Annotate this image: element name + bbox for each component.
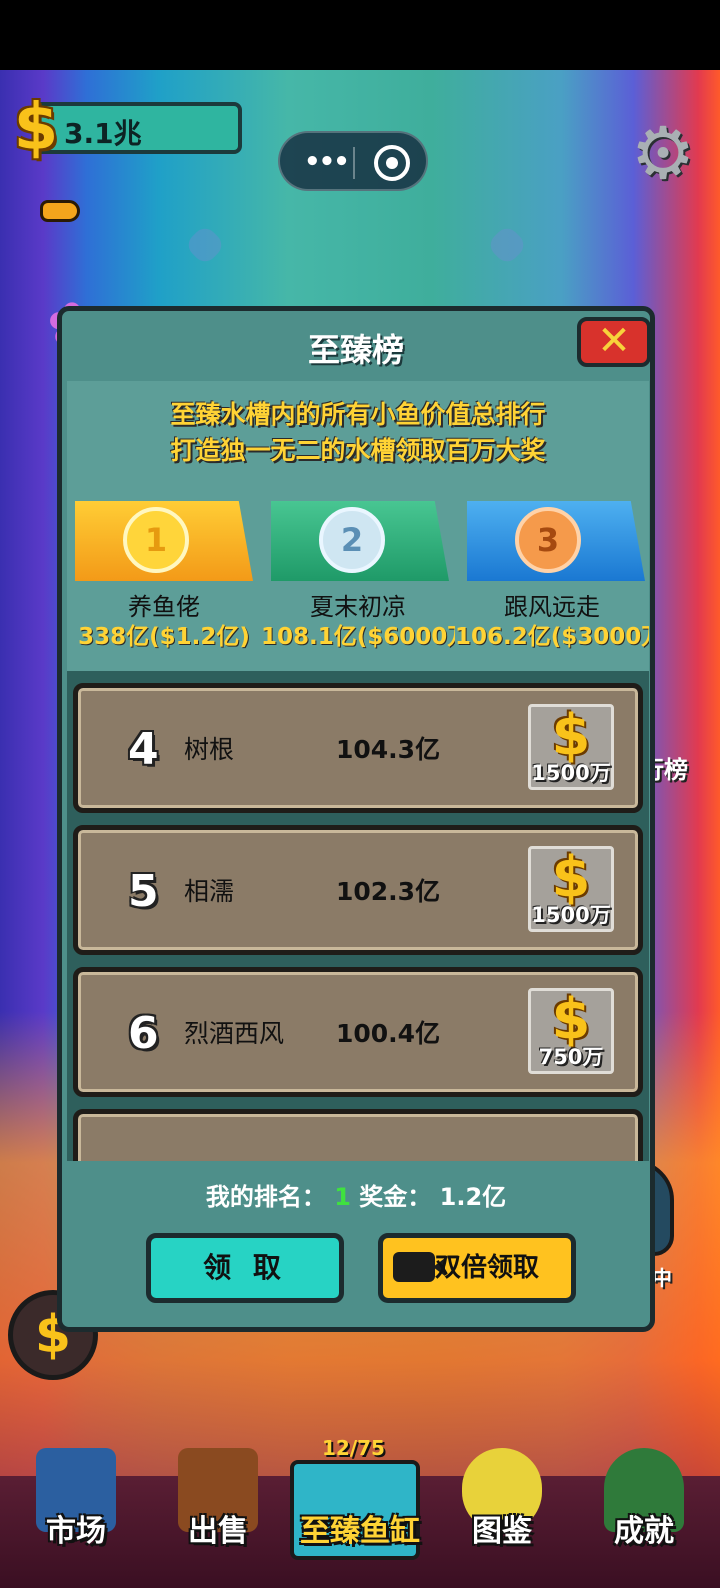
player-score: 102.3亿: [336, 877, 441, 906]
top2-score: 108.1亿($6000万): [261, 624, 455, 650]
video-icon: [393, 1252, 445, 1282]
my-rank-line: 我的排名： 1 奖金： 1.2亿: [62, 1177, 650, 1212]
reward-box: $ 1500万: [528, 845, 614, 932]
money-value: 3.1兆: [64, 117, 142, 150]
ranking-row: 6 烈酒西风 100.4亿 $ 750万: [73, 967, 643, 1097]
close-button[interactable]: ✕: [577, 317, 650, 367]
reward-amount: 1500万: [531, 903, 611, 927]
nav-label: 成就: [614, 1514, 674, 1549]
nav-achievement[interactable]: 成就: [572, 1448, 716, 1588]
dialog-title: 至臻榜: [307, 331, 404, 369]
description-line1: 至臻水槽内的所有小鱼价值总排行: [170, 400, 546, 429]
top-section: 至臻水槽内的所有小鱼价值总排行 打造独一无二的水槽领取百万大奖 1 2 3 养鱼…: [67, 381, 649, 671]
player-score: 100.4亿: [336, 1019, 441, 1048]
description-line2: 打造独一无二的水槽领取百万大奖: [170, 436, 546, 465]
nav-market[interactable]: 市场: [4, 1448, 148, 1588]
leaderboard-dialog: 至臻榜 ✕ 至臻水槽内的所有小鱼价值总排行 打造独一无二的水槽领取百万大奖 1 …: [57, 306, 655, 1332]
ranking-row: 4 树根 104.3亿 $ 1500万: [73, 683, 643, 813]
top3-score: 106.2亿($3000万): [455, 624, 649, 650]
miniapp-capsule: •••: [278, 131, 428, 191]
description: 至臻水槽内的所有小鱼价值总排行 打造独一无二的水槽领取百万大奖: [67, 397, 649, 469]
ranking-row-partial: [73, 1109, 643, 1161]
nav-premium-tank[interactable]: 至臻鱼缸: [288, 1476, 432, 1588]
top1-score: 338亿($1.2亿): [78, 624, 250, 650]
reward-box: $ 750万: [528, 987, 614, 1074]
my-rank-value: 1: [334, 1183, 351, 1211]
gold-medal-icon: 1: [123, 507, 189, 573]
nav-collection[interactable]: 图鉴: [430, 1448, 574, 1588]
double-claim-label: 双倍领取: [435, 1253, 540, 1283]
player-name: 相濡: [184, 877, 235, 906]
player-score: 104.3亿: [336, 735, 441, 764]
bronze-medal-icon: 3: [515, 507, 581, 573]
nav-label: 出售: [188, 1514, 248, 1549]
medal-bronze: 3: [467, 501, 645, 581]
close-miniapp-icon[interactable]: [374, 145, 410, 181]
medal-silver: 2: [271, 501, 449, 581]
capsule-divider: [353, 147, 355, 179]
status-bar: [0, 0, 720, 70]
reward-amount: 1500万: [531, 761, 611, 785]
nav-label: 至臻鱼缸: [300, 1514, 420, 1549]
money-bar: 3.1兆: [34, 102, 242, 154]
settings-gear-icon[interactable]: ⚙: [630, 117, 696, 189]
tank-counter: 12/75: [322, 1436, 385, 1460]
silver-medal-icon: 2: [319, 507, 385, 573]
player-name: 树根: [184, 735, 235, 764]
reward-amount: 750万: [538, 1045, 604, 1069]
ranking-row: 5 相濡 102.3亿 $ 1500万: [73, 825, 643, 955]
nav-label: 市场: [46, 1514, 106, 1549]
claim-button[interactable]: 领 取: [146, 1233, 344, 1303]
my-rank-label: 我的排名：: [205, 1183, 326, 1211]
bonus-label: 奖金：: [359, 1183, 432, 1211]
more-menu-icon[interactable]: •••: [304, 147, 350, 177]
nav-sell[interactable]: 出售: [146, 1448, 290, 1588]
ranking-list[interactable]: 4 树根 104.3亿 $ 1500万 5 相濡 102.3亿 $ 1500万 …: [67, 671, 649, 1161]
rank-number: 6: [128, 1008, 159, 1059]
medal-gold: 1: [75, 501, 253, 581]
player-name: 烈酒西风: [184, 1019, 285, 1048]
fish-icon[interactable]: [40, 200, 80, 222]
rank-number: 5: [128, 866, 159, 917]
dollar-icon: $: [13, 91, 59, 165]
rank-number: 4: [128, 724, 159, 775]
reward-box: $ 1500万: [528, 703, 614, 790]
nav-label: 图鉴: [472, 1514, 532, 1549]
bonus-value: 1.2亿: [439, 1183, 507, 1211]
double-claim-button[interactable]: 双倍领取: [378, 1233, 576, 1303]
